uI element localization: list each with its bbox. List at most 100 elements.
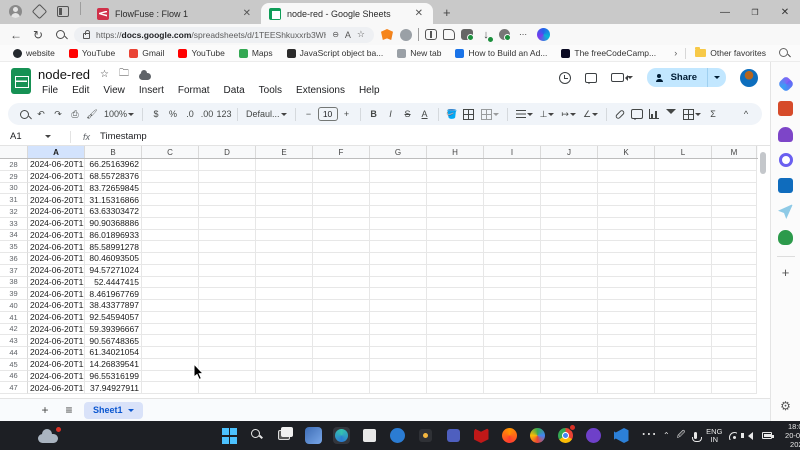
borders-icon[interactable] <box>461 106 477 122</box>
cell-F39[interactable] <box>313 288 370 300</box>
cell-H47[interactable] <box>427 382 484 394</box>
cell-C46[interactable] <box>142 371 199 383</box>
cell-I38[interactable] <box>484 277 541 289</box>
cell-M32[interactable] <box>712 206 757 218</box>
toolbar-search-icon[interactable] <box>16 106 32 122</box>
extensions-puzzle-icon[interactable] <box>461 29 473 40</box>
row-number[interactable]: 42 <box>0 324 28 336</box>
bookmark-item[interactable]: YouTube <box>173 48 229 58</box>
cell-K32[interactable] <box>598 206 655 218</box>
tray-chevron-icon[interactable]: ⌃ <box>663 431 670 440</box>
cell-G43[interactable] <box>370 335 427 347</box>
cell-H43[interactable] <box>427 335 484 347</box>
menu-insert[interactable]: Insert <box>133 84 170 97</box>
row-number[interactable]: 44 <box>0 347 28 359</box>
cell-B41[interactable]: 92.54594057 <box>85 312 142 324</box>
menu-file[interactable]: File <box>36 84 64 97</box>
cell-G36[interactable] <box>370 253 427 265</box>
menu-tools[interactable]: Tools <box>253 84 288 97</box>
cell-G35[interactable] <box>370 241 427 253</box>
print-icon[interactable]: ⎙ <box>67 106 83 122</box>
cell-A44[interactable]: 2024-06-20T12:2 <box>28 347 85 359</box>
row-number[interactable]: 38 <box>0 277 28 289</box>
cell-A40[interactable]: 2024-06-20T12:2 <box>28 300 85 312</box>
cell-M36[interactable] <box>712 253 757 265</box>
row-number[interactable]: 36 <box>0 253 28 265</box>
cell-L30[interactable] <box>655 183 712 195</box>
column-header-H[interactable]: H <box>427 146 484 158</box>
column-header-C[interactable]: C <box>142 146 199 158</box>
cell-H34[interactable] <box>427 230 484 242</box>
cell-G30[interactable] <box>370 183 427 195</box>
cell-I29[interactable] <box>484 171 541 183</box>
cell-A42[interactable]: 2024-06-20T12:2 <box>28 324 85 336</box>
cell-A33[interactable]: 2024-06-20T12:2 <box>28 218 85 230</box>
row-number[interactable]: 46 <box>0 371 28 383</box>
back-icon[interactable]: ← <box>8 28 24 42</box>
cell-B47[interactable]: 37.94927911 <box>85 382 142 394</box>
cell-H36[interactable] <box>427 253 484 265</box>
cell-C41[interactable] <box>142 312 199 324</box>
insert-chart-icon[interactable] <box>646 106 662 122</box>
cell-K42[interactable] <box>598 324 655 336</box>
close-button[interactable]: ✕ <box>770 7 800 18</box>
cell-A36[interactable]: 2024-06-20T12:2 <box>28 253 85 265</box>
battery-icon[interactable] <box>762 432 771 439</box>
cell-C35[interactable] <box>142 241 199 253</box>
cell-C37[interactable] <box>142 265 199 277</box>
cell-D36[interactable] <box>199 253 256 265</box>
lock-icon[interactable] <box>83 33 90 39</box>
row-number[interactable]: 45 <box>0 359 28 371</box>
cell-D45[interactable] <box>199 359 256 371</box>
cell-D29[interactable] <box>199 171 256 183</box>
cell-C47[interactable] <box>142 382 199 394</box>
cell-G46[interactable] <box>370 371 427 383</box>
cell-F37[interactable] <box>313 265 370 277</box>
cell-I32[interactable] <box>484 206 541 218</box>
bookmarks-search-icon[interactable] <box>775 48 792 59</box>
minimize-button[interactable]: — <box>710 7 740 18</box>
cell-G31[interactable] <box>370 194 427 206</box>
cell-E28[interactable] <box>256 159 313 171</box>
cell-H30[interactable] <box>427 183 484 195</box>
refresh-icon[interactable]: ↻ <box>30 28 46 42</box>
tab-google-sheets[interactable]: node-red - Google Sheets ✕ <box>261 3 433 24</box>
cell-E45[interactable] <box>256 359 313 371</box>
cell-L43[interactable] <box>655 335 712 347</box>
cell-L40[interactable] <box>655 300 712 312</box>
cell-E35[interactable] <box>256 241 313 253</box>
cell-M28[interactable] <box>712 159 757 171</box>
cell-F31[interactable] <box>313 194 370 206</box>
cell-M33[interactable] <box>712 218 757 230</box>
workspaces-icon[interactable] <box>32 4 46 18</box>
cell-L34[interactable] <box>655 230 712 242</box>
move-folder-icon[interactable]: 🗀 <box>119 66 129 83</box>
cell-H28[interactable] <box>427 159 484 171</box>
scrollbar-thumb[interactable] <box>760 152 766 174</box>
comments-icon[interactable] <box>585 73 597 83</box>
start-button[interactable] <box>221 427 238 444</box>
cell-F46[interactable] <box>313 371 370 383</box>
cell-L32[interactable] <box>655 206 712 218</box>
cell-K39[interactable] <box>598 288 655 300</box>
fill-color-icon[interactable]: 🪣 <box>444 106 460 122</box>
cell-D37[interactable] <box>199 265 256 277</box>
add-sidebar-item-icon[interactable]: + <box>782 268 790 278</box>
cell-J28[interactable] <box>541 159 598 171</box>
vscode-taskbar-icon[interactable] <box>613 427 630 444</box>
cell-B39[interactable]: 8.461967769 <box>85 288 142 300</box>
bookmark-item[interactable]: The freeCodeCamp... <box>556 48 661 58</box>
cell-G29[interactable] <box>370 171 427 183</box>
cell-F44[interactable] <box>313 347 370 359</box>
cell-M38[interactable] <box>712 277 757 289</box>
cell-G37[interactable] <box>370 265 427 277</box>
more-formats-button[interactable]: 123 <box>216 106 232 122</box>
cell-I47[interactable] <box>484 382 541 394</box>
cell-E36[interactable] <box>256 253 313 265</box>
loop-sidebar-icon[interactable] <box>779 153 793 167</box>
url-text[interactable]: https://docs.google.com/spreadsheets/d/1… <box>96 30 326 40</box>
all-sheets-icon[interactable]: ≡ <box>60 403 78 417</box>
cell-D35[interactable] <box>199 241 256 253</box>
row-number[interactable]: 31 <box>0 194 28 206</box>
zoom-select[interactable]: 100% <box>101 106 137 122</box>
